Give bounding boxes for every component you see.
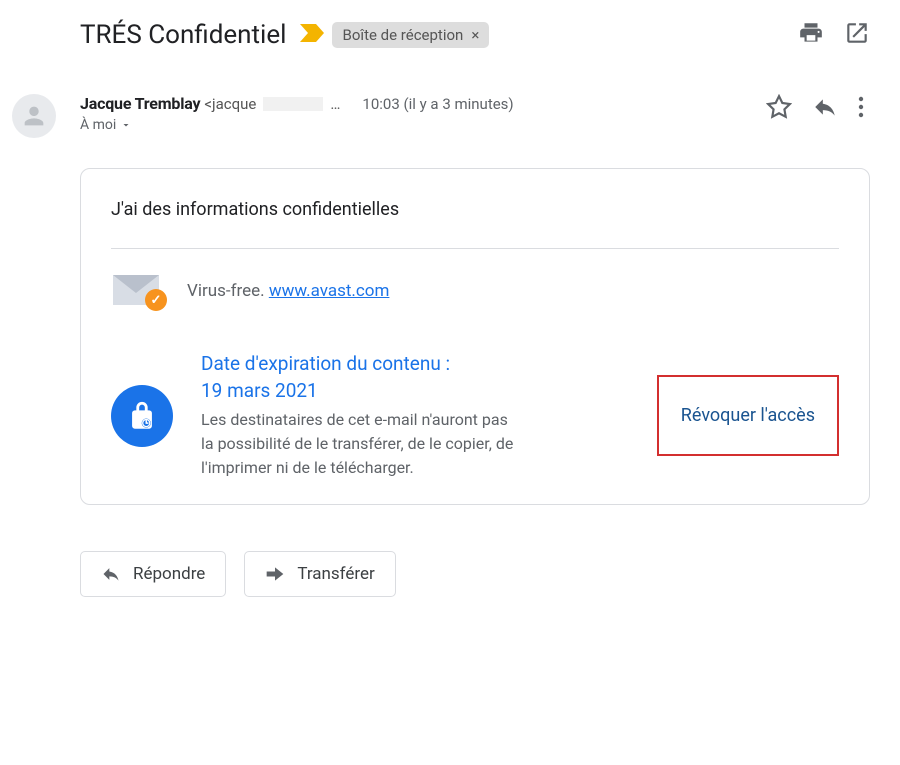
remove-label-icon[interactable]: × — [471, 26, 479, 44]
email-body-text: J'ai des informations confidentielles — [111, 199, 839, 220]
sender-email-suffix: … — [330, 95, 340, 113]
expiration-title-line1: Date d'expiration du contenu : — [201, 352, 450, 375]
forward-button[interactable]: Transférer — [244, 551, 395, 597]
sender-email-prefix: <jacque — [204, 95, 256, 113]
reply-icon — [101, 564, 121, 584]
more-menu-icon[interactable] — [858, 95, 864, 123]
reply-arrow-icon[interactable] — [812, 94, 838, 124]
email-card: J'ai des informations confidentielles ✓ … — [80, 168, 870, 505]
email-subject: TRÉS Confidentiel — [80, 20, 286, 50]
forward-label: Transférer — [297, 564, 374, 584]
inbox-label-text: Boîte de réception — [342, 26, 463, 44]
divider — [111, 248, 839, 249]
expiration-date: 19 mars 2021 — [201, 379, 318, 402]
reply-actions-row: Répondre Transférer — [80, 551, 870, 597]
virus-free-label: Virus-free. — [187, 281, 265, 301]
recipient-text: À moi — [80, 117, 116, 133]
confidential-lock-icon — [111, 385, 173, 447]
open-new-window-icon[interactable] — [844, 20, 870, 50]
virus-free-icon: ✓ — [111, 271, 167, 311]
print-icon[interactable] — [798, 20, 824, 50]
confidential-description: Les destinataires de cet e-mail n'auront… — [201, 408, 521, 480]
chevron-down-icon — [120, 119, 132, 131]
subject-row: TRÉS Confidentiel Boîte de réception × — [80, 20, 870, 50]
forward-icon — [265, 564, 285, 584]
reply-label: Répondre — [133, 564, 205, 584]
sender-name: Jacque Tremblay — [80, 94, 200, 113]
avatar — [12, 94, 56, 138]
revoke-access-button[interactable]: Révoquer l'accès — [657, 375, 839, 456]
important-marker-icon[interactable] — [300, 24, 324, 46]
recipient-line[interactable]: À moi — [80, 117, 766, 133]
sender-row: Jacque Tremblay <jacque … 10:03 (il y a 3… — [12, 94, 870, 138]
email-timestamp: 10:03 (il y a 3 minutes) — [362, 95, 513, 113]
reply-button[interactable]: Répondre — [80, 551, 226, 597]
star-icon[interactable] — [766, 94, 792, 124]
inbox-label-chip[interactable]: Boîte de réception × — [332, 22, 489, 48]
confidential-section: Date d'expiration du contenu : 19 mars 2… — [111, 351, 839, 480]
avast-link[interactable]: www.avast.com — [269, 281, 390, 301]
virus-free-row: ✓ Virus-free. www.avast.com — [111, 271, 839, 311]
redacted-email — [263, 97, 323, 111]
